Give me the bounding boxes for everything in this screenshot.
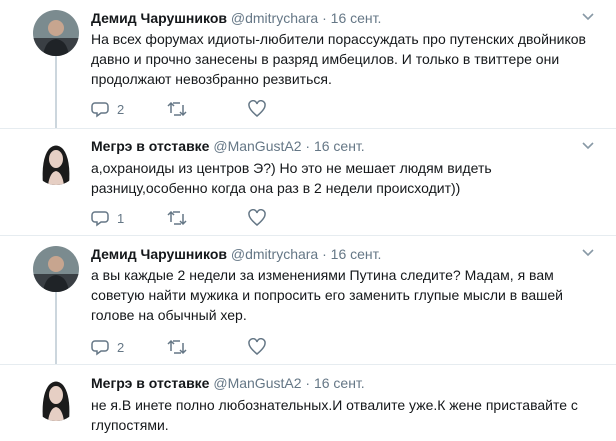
tweet[interactable]: Демид Чарушников @dmitrychara · 16 сент.… (0, 0, 616, 128)
separator-dot: · (305, 138, 311, 154)
reply-icon (91, 211, 109, 227)
like-button[interactable] (248, 338, 266, 356)
retweet-button[interactable] (167, 338, 187, 356)
chevron-down-icon[interactable] (582, 246, 594, 260)
author-handle[interactable]: @ManGustA2 (213, 138, 301, 154)
reply-button[interactable]: 1 (91, 209, 124, 227)
tweet-date[interactable]: 16 сент. (331, 246, 382, 262)
reply-button[interactable]: 2 (91, 338, 124, 356)
tweet-text: На всех форумах идиоты-любители порассуж… (91, 31, 586, 87)
like-button[interactable] (248, 100, 266, 118)
separator-dot: · (322, 246, 327, 262)
tweet-date[interactable]: 16 сент. (314, 375, 365, 391)
heart-icon (248, 338, 266, 355)
woman-avatar-icon[interactable] (33, 139, 79, 185)
chevron-down-icon[interactable] (582, 10, 594, 24)
thread-line (55, 56, 57, 128)
tweet-date[interactable]: 16 сент. (314, 138, 365, 154)
reply-count: 2 (117, 101, 125, 117)
man-avatar-icon[interactable] (33, 10, 79, 56)
chevron-down-icon[interactable] (582, 139, 594, 153)
author-name[interactable]: Демид Чарушников (91, 246, 227, 262)
thread-line (55, 292, 57, 364)
tweet[interactable]: Мегрэ в отставке @ManGustA2 · 16 сент. а… (0, 129, 616, 235)
man-avatar-icon[interactable] (33, 246, 79, 292)
retweet-icon (167, 210, 187, 226)
reply-button[interactable]: 2 (91, 100, 124, 118)
author-handle[interactable]: @dmitrychara (231, 10, 318, 26)
heart-icon (248, 100, 266, 117)
retweet-icon (167, 339, 187, 355)
author-name[interactable]: Мегрэ в отставке (91, 138, 209, 154)
tweet[interactable]: Демид Чарушников @dmitrychara · 16 сент.… (0, 236, 616, 364)
tweet-text: не я.В инете полно любознательных.И отва… (91, 397, 578, 433)
author-name[interactable]: Демид Чарушников (91, 10, 227, 26)
like-button[interactable] (248, 209, 266, 227)
separator-dot: · (322, 10, 327, 26)
retweet-button[interactable] (167, 209, 187, 227)
heart-icon (248, 209, 266, 226)
reply-icon (91, 102, 109, 118)
separator-dot: · (305, 375, 311, 391)
tweet-date[interactable]: 16 сент. (331, 10, 382, 26)
tweet[interactable]: Мегрэ в отставке @ManGustA2 · 16 сент. н… (0, 365, 616, 441)
reply-count: 1 (117, 210, 125, 226)
retweet-button[interactable] (167, 100, 187, 118)
tweet-text: а вы каждые 2 недели за изменениями Пути… (91, 267, 563, 323)
reply-count: 2 (117, 339, 125, 355)
author-handle[interactable]: @ManGustA2 (213, 375, 301, 391)
woman-avatar-icon[interactable] (33, 375, 79, 421)
tweet-text: а,охраноиды из центров Э?) Но это не меш… (91, 160, 492, 196)
retweet-icon (167, 101, 187, 117)
reply-icon (91, 340, 109, 356)
author-handle[interactable]: @dmitrychara (231, 246, 318, 262)
author-name[interactable]: Мегрэ в отставке (91, 375, 209, 391)
